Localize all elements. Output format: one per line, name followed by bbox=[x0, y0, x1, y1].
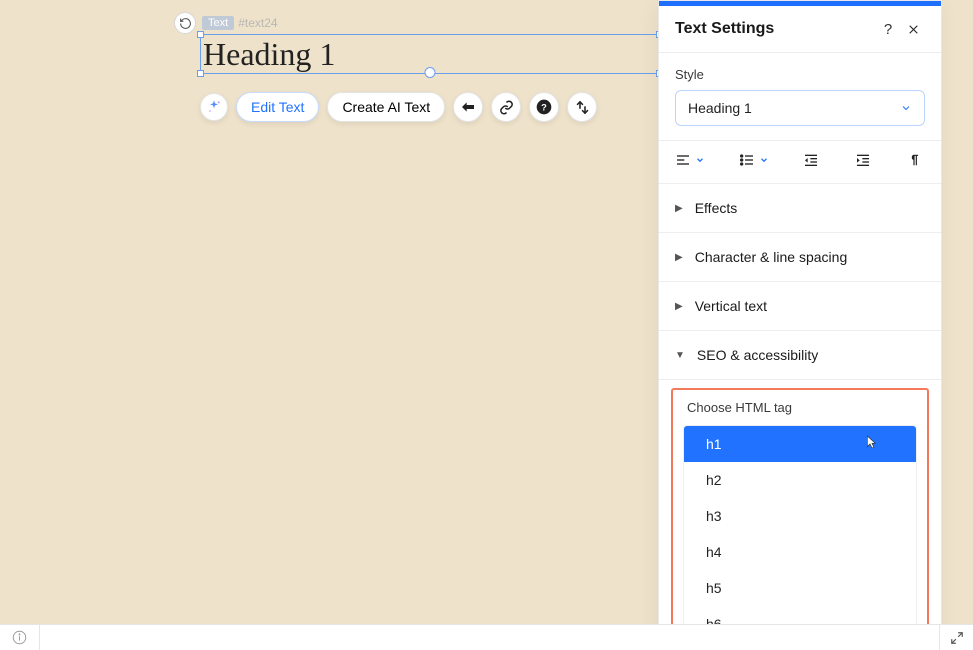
edit-text-button[interactable]: Edit Text bbox=[236, 92, 319, 122]
floating-toolbar: Edit Text Create AI Text ? bbox=[200, 92, 597, 122]
triangle-right-icon: ▶ bbox=[675, 252, 683, 263]
chevron-down-icon bbox=[695, 155, 705, 165]
info-icon[interactable] bbox=[0, 625, 40, 650]
triangle-down-icon: ▼ bbox=[675, 350, 685, 361]
panel-help-icon[interactable]: ? bbox=[879, 21, 897, 38]
list-button[interactable] bbox=[739, 153, 769, 167]
style-label: Style bbox=[675, 67, 925, 82]
ai-sparkle-icon[interactable] bbox=[200, 93, 228, 121]
outdent-button[interactable] bbox=[803, 153, 821, 167]
html-tag-option-h2[interactable]: h2 bbox=[684, 462, 916, 498]
link-icon[interactable] bbox=[491, 92, 521, 122]
cursor-icon bbox=[862, 434, 878, 450]
status-bar bbox=[0, 624, 973, 650]
history-icon[interactable] bbox=[174, 12, 196, 34]
chevron-down-icon bbox=[759, 155, 769, 165]
element-type-badge: Text bbox=[202, 16, 234, 30]
html-tag-option-h4[interactable]: h4 bbox=[684, 534, 916, 570]
animation-icon[interactable] bbox=[453, 92, 483, 122]
selected-text-element[interactable]: Text #text24 Heading 1 bbox=[200, 12, 660, 74]
accordion-effects[interactable]: ▶ Effects bbox=[659, 184, 941, 233]
expand-icon[interactable] bbox=[939, 625, 973, 650]
html-tag-section: Choose HTML tag h1h2h3h4h5h6 bbox=[671, 388, 929, 645]
editor-canvas[interactable]: Text #text24 Heading 1 Edit Text Create … bbox=[0, 0, 973, 650]
swap-icon[interactable] bbox=[567, 92, 597, 122]
rtl-button[interactable] bbox=[907, 153, 925, 167]
html-tag-label: Choose HTML tag bbox=[687, 400, 917, 415]
text-settings-panel: Text Settings ? Style Heading 1 bbox=[658, 0, 942, 646]
html-tag-option-h1[interactable]: h1 bbox=[684, 426, 916, 462]
format-row bbox=[659, 141, 941, 184]
chevron-down-icon bbox=[900, 102, 912, 114]
html-tag-option-h3[interactable]: h3 bbox=[684, 498, 916, 534]
panel-title: Text Settings bbox=[675, 20, 869, 38]
heading-text[interactable]: Heading 1 bbox=[203, 36, 335, 72]
accordion-vertical-text[interactable]: ▶ Vertical text bbox=[659, 282, 941, 331]
style-select-value: Heading 1 bbox=[688, 100, 900, 116]
indent-button[interactable] bbox=[855, 153, 873, 167]
svg-text:?: ? bbox=[541, 102, 547, 112]
triangle-right-icon: ▶ bbox=[675, 301, 683, 312]
element-id: #text24 bbox=[238, 16, 277, 30]
accordion-char-line-spacing[interactable]: ▶ Character & line spacing bbox=[659, 233, 941, 282]
html-tag-dropdown[interactable]: h1h2h3h4h5h6 bbox=[683, 425, 917, 643]
create-ai-text-button[interactable]: Create AI Text bbox=[327, 92, 445, 122]
panel-close-icon[interactable] bbox=[907, 23, 925, 36]
accordion-seo-accessibility[interactable]: ▼ SEO & accessibility bbox=[659, 331, 941, 380]
align-button[interactable] bbox=[675, 153, 705, 167]
style-select[interactable]: Heading 1 bbox=[675, 90, 925, 126]
html-tag-option-h5[interactable]: h5 bbox=[684, 570, 916, 606]
help-icon[interactable]: ? bbox=[529, 92, 559, 122]
triangle-right-icon: ▶ bbox=[675, 203, 683, 214]
